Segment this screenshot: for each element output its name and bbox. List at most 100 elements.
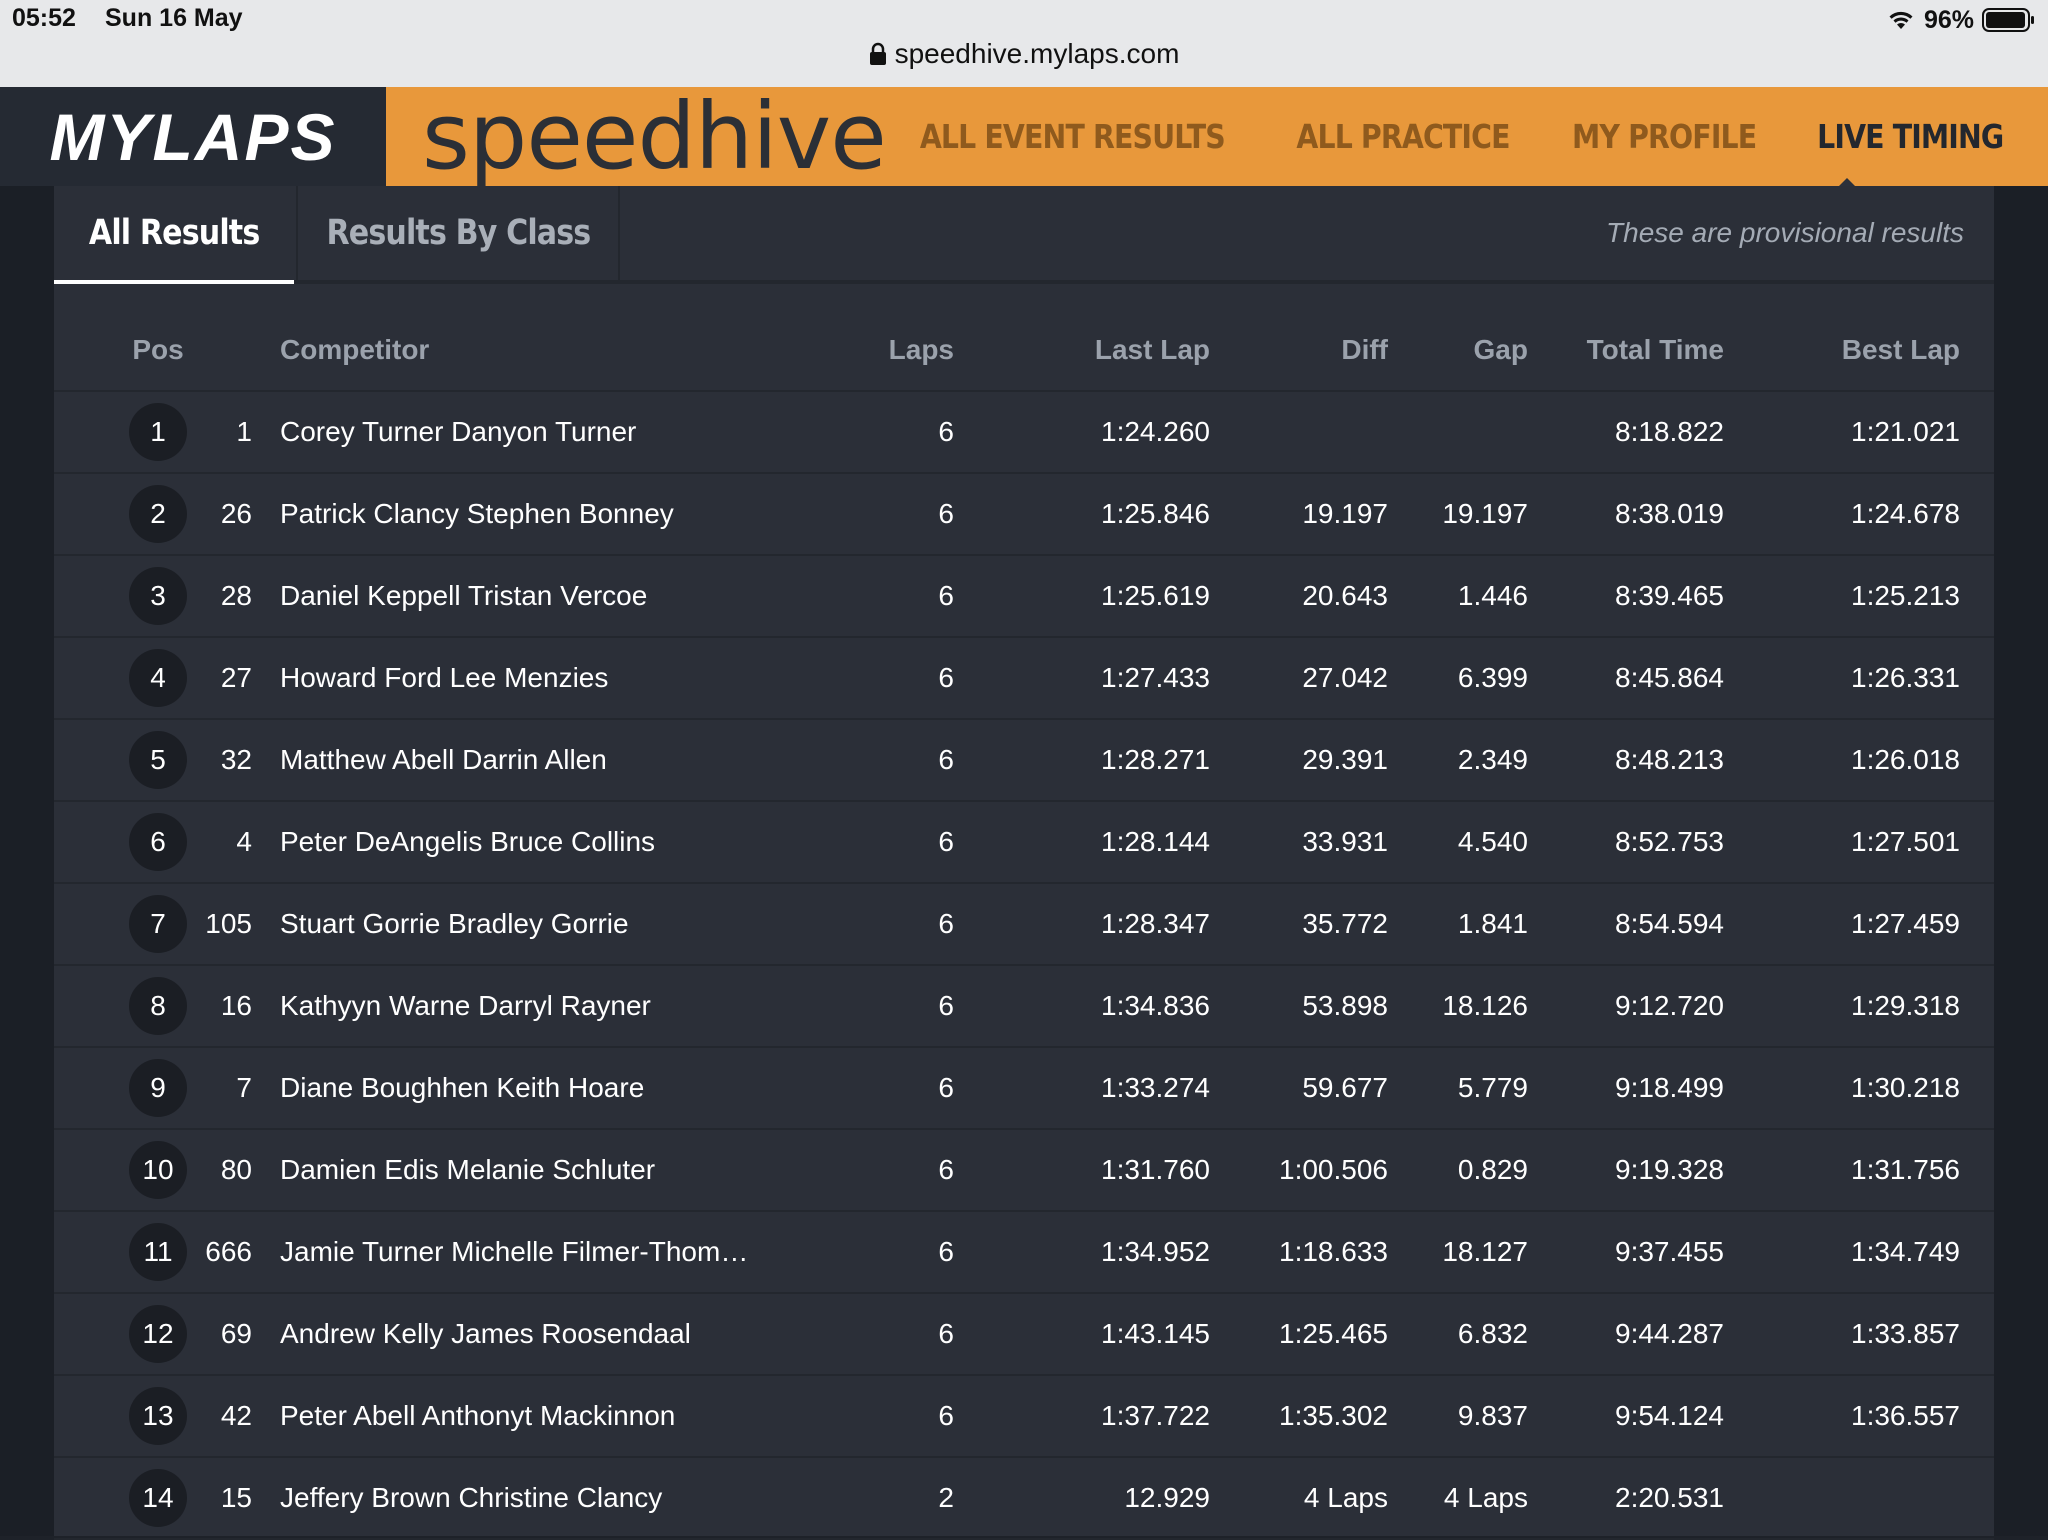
- header-competitor[interactable]: Competitor: [280, 310, 429, 390]
- competitor-name[interactable]: Damien Edis Melanie Schluter: [280, 1130, 810, 1210]
- tab-all-results[interactable]: All Results: [54, 186, 294, 284]
- provisional-note: These are provisional results: [1606, 217, 1964, 248]
- table-row[interactable]: 11 666 Jamie Turner Michelle Filmer-Thom…: [54, 1212, 1994, 1294]
- nav-live-timing[interactable]: LIVE TIMING: [1817, 117, 2004, 156]
- total-time-value: 8:18.822: [1615, 416, 1724, 447]
- header-best-lap[interactable]: Best Lap: [1734, 310, 1960, 390]
- competitor-name[interactable]: Stuart Gorrie Bradley Gorrie: [280, 884, 810, 964]
- last-lap-value: 1:34.952: [1101, 1236, 1210, 1267]
- tab-results-by-class[interactable]: Results By Class: [296, 186, 620, 280]
- table-row[interactable]: 7 105 Stuart Gorrie Bradley Gorrie 6 1:2…: [54, 884, 1994, 966]
- table-row[interactable]: 5 32 Matthew Abell Darrin Allen 6 1:28.2…: [54, 720, 1994, 802]
- main-nav: ALL EVENT RESULTS ALL PRACTICE MY PROFIL…: [895, 87, 2048, 186]
- last-lap-value: 1:25.846: [1101, 498, 1210, 529]
- gap-value: 0.829: [1457, 1154, 1528, 1185]
- competitor-name[interactable]: Kathyyn Warne Darryl Rayner: [280, 966, 810, 1046]
- mylaps-logo[interactable]: MYLAPS: [0, 87, 386, 186]
- gap-value: 1.446: [1457, 580, 1528, 611]
- competitor-name[interactable]: Matthew Abell Darrin Allen: [280, 720, 810, 800]
- best-lap-value: 1:26.331: [1851, 662, 1960, 693]
- position-badge: 13: [129, 1387, 187, 1445]
- competitor-name[interactable]: Patrick Clancy Stephen Bonney: [280, 474, 810, 554]
- header-total-time[interactable]: Total Time: [1534, 310, 1724, 390]
- tab-all-results-label: All Results: [88, 213, 260, 253]
- total-time-value: 8:39.465: [1615, 580, 1724, 611]
- competitor-name[interactable]: Jamie Turner Michelle Filmer-Thom…: [280, 1212, 810, 1292]
- results-table-body: 1 1 Corey Turner Danyon Turner 6 1:24.26…: [54, 392, 1994, 1540]
- table-row[interactable]: 10 80 Damien Edis Melanie Schluter 6 1:3…: [54, 1130, 1994, 1212]
- total-time-value: 9:19.328: [1615, 1154, 1724, 1185]
- laps-value: 6: [938, 908, 954, 939]
- best-lap-value: 1:33.857: [1851, 1318, 1960, 1349]
- competitor-name[interactable]: Andrew Kelly James Roosendaal: [280, 1294, 810, 1374]
- car-number: 69: [220, 1318, 252, 1349]
- position-badge: 9: [129, 1059, 187, 1117]
- gap-value: 6.832: [1457, 1318, 1528, 1349]
- header-last-lap[interactable]: Last Lap: [984, 310, 1210, 390]
- best-lap-value: 1:25.213: [1851, 580, 1960, 611]
- total-time-value: 9:12.720: [1615, 990, 1724, 1021]
- total-time-value: 8:52.753: [1615, 826, 1724, 857]
- laps-value: 6: [938, 1318, 954, 1349]
- position-badge: 10: [129, 1141, 187, 1199]
- competitor-name[interactable]: Peter Abell Anthonyt Mackinnon: [280, 1376, 810, 1456]
- nav-all-practice[interactable]: ALL PRACTICE: [1297, 117, 1511, 156]
- nav-all-event-results[interactable]: ALL EVENT RESULTS: [919, 117, 1225, 156]
- laps-value: 6: [938, 826, 954, 857]
- total-time-value: 8:38.019: [1615, 498, 1724, 529]
- header-pos[interactable]: Pos: [129, 310, 187, 390]
- header-gap[interactable]: Gap: [1394, 310, 1528, 390]
- last-lap-value: 1:34.836: [1101, 990, 1210, 1021]
- car-number: 28: [220, 580, 252, 611]
- nav-my-profile[interactable]: MY PROFILE: [1572, 117, 1757, 156]
- laps-value: 6: [938, 498, 954, 529]
- gap-value: 19.197: [1442, 498, 1528, 529]
- last-lap-value: 1:24.260: [1101, 416, 1210, 447]
- competitor-name[interactable]: Howard Ford Lee Menzies: [280, 638, 810, 718]
- car-number: 1: [236, 416, 252, 447]
- best-lap-value: 1:34.749: [1851, 1236, 1960, 1267]
- table-row[interactable]: 6 4 Peter DeAngelis Bruce Collins 6 1:28…: [54, 802, 1994, 884]
- position-badge: 4: [129, 649, 187, 707]
- table-row[interactable]: 2 26 Patrick Clancy Stephen Bonney 6 1:2…: [54, 474, 1994, 556]
- address-bar[interactable]: speedhive.mylaps.com: [0, 38, 2048, 73]
- position-badge: 1: [129, 403, 187, 461]
- best-lap-value: [1734, 1458, 1960, 1538]
- competitor-name[interactable]: Diane Boughhen Keith Hoare: [280, 1048, 810, 1128]
- laps-value: 6: [938, 1236, 954, 1267]
- table-row[interactable]: 1 1 Corey Turner Danyon Turner 6 1:24.26…: [54, 392, 1994, 474]
- table-row[interactable]: 14 15 Jeffery Brown Christine Clancy 2 1…: [54, 1458, 1994, 1540]
- table-row[interactable]: 4 27 Howard Ford Lee Menzies 6 1:27.433 …: [54, 638, 1994, 720]
- gap-value: 9.837: [1457, 1400, 1528, 1431]
- gap-value: 4.540: [1457, 826, 1528, 857]
- position-badge: 14: [129, 1469, 187, 1527]
- table-row[interactable]: 9 7 Diane Boughhen Keith Hoare 6 1:33.27…: [54, 1048, 1994, 1130]
- table-row[interactable]: 13 42 Peter Abell Anthonyt Mackinnon 6 1…: [54, 1376, 1994, 1458]
- total-time-value: 9:44.287: [1615, 1318, 1724, 1349]
- total-time-value: 8:45.864: [1615, 662, 1724, 693]
- competitor-name[interactable]: Daniel Keppell Tristan Vercoe: [280, 556, 810, 636]
- page-gutter-right: [1994, 186, 2048, 1536]
- gap-value: 18.127: [1442, 1236, 1528, 1267]
- competitor-name[interactable]: Jeffery Brown Christine Clancy: [280, 1458, 810, 1538]
- diff-value: 1:18.633: [1279, 1236, 1388, 1267]
- header-laps[interactable]: Laps: [814, 310, 954, 390]
- header-diff[interactable]: Diff: [1214, 310, 1388, 390]
- car-number: 26: [220, 498, 252, 529]
- total-time-value: 2:20.531: [1615, 1482, 1724, 1513]
- table-row[interactable]: 8 16 Kathyyn Warne Darryl Rayner 6 1:34.…: [54, 966, 1994, 1048]
- speedhive-bar: speedhive ALL EVENT RESULTS ALL PRACTICE…: [386, 83, 2048, 190]
- position-badge: 8: [129, 977, 187, 1035]
- table-row[interactable]: 3 28 Daniel Keppell Tristan Vercoe 6 1:2…: [54, 556, 1994, 638]
- diff-value: 19.197: [1302, 498, 1388, 529]
- car-number: 666: [205, 1236, 252, 1267]
- status-date: Sun 16 May: [105, 4, 243, 32]
- last-lap-value: 1:27.433: [1101, 662, 1210, 693]
- last-lap-value: 1:28.144: [1101, 826, 1210, 857]
- competitor-name[interactable]: Corey Turner Danyon Turner: [280, 392, 810, 472]
- lock-icon: [869, 41, 887, 73]
- last-lap-value: 1:31.760: [1101, 1154, 1210, 1185]
- speedhive-logo[interactable]: speedhive: [422, 83, 887, 190]
- competitor-name[interactable]: Peter DeAngelis Bruce Collins: [280, 802, 810, 882]
- table-row[interactable]: 12 69 Andrew Kelly James Roosendaal 6 1:…: [54, 1294, 1994, 1376]
